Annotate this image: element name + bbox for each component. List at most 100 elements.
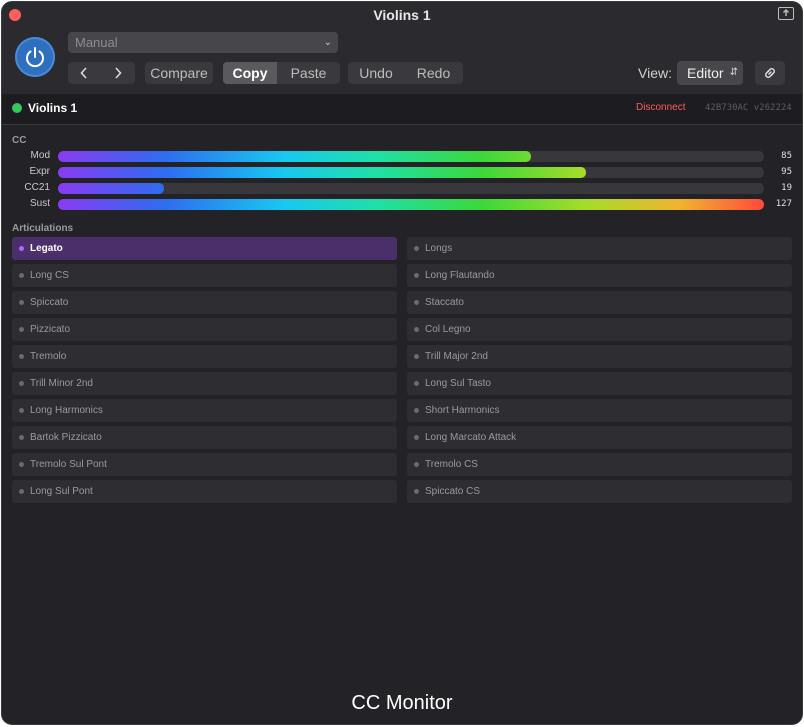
cc-meter-fill: [58, 167, 586, 178]
cc-meter-track: [58, 167, 764, 178]
articulation-label: Bartok Pizzicato: [30, 432, 102, 443]
articulation-legato[interactable]: Legato: [12, 237, 397, 260]
cc-meter-track: [58, 151, 764, 162]
cc-row-cc21: CC21 19: [2, 182, 802, 194]
connection-status-icon: [12, 103, 22, 113]
status-dot-icon: [414, 435, 419, 440]
status-dot-icon: [19, 462, 24, 467]
cc-meter-fill: [58, 183, 164, 194]
cc-value: 19: [781, 183, 792, 193]
articulation-label: Spiccato CS: [425, 486, 481, 497]
articulation-label: Long Sul Pont: [30, 486, 93, 497]
articulation-label: Col Legno: [425, 324, 471, 335]
articulation-label: Long Harmonics: [30, 405, 103, 416]
articulation-label: Tremolo: [30, 351, 67, 362]
disconnect-link[interactable]: Disconnect: [636, 102, 685, 113]
articulation-label: Staccato: [425, 297, 464, 308]
cc-meter-track: [58, 199, 764, 210]
articulation-long-harmonics[interactable]: Long Harmonics: [12, 399, 397, 422]
articulation-tremolo-cs[interactable]: Tremolo CS: [407, 453, 792, 476]
status-dot-icon: [414, 381, 419, 386]
articulation-label: Long Marcato Attack: [425, 432, 517, 443]
cc-section-label: CC: [12, 135, 27, 146]
cc-value: 127: [775, 199, 792, 209]
status-dot-icon: [414, 462, 419, 467]
power-icon: [26, 47, 44, 68]
articulations-section-label: Articulations: [12, 223, 74, 234]
articulation-staccato[interactable]: Staccato: [407, 291, 792, 314]
status-dot-icon: [414, 408, 419, 413]
status-dot-icon: [414, 273, 419, 278]
articulation-long-flautando[interactable]: Long Flautando: [407, 264, 792, 287]
cc-meter-fill: [58, 199, 764, 210]
articulation-tremolo[interactable]: Tremolo: [12, 345, 397, 368]
status-dot-icon: [19, 489, 24, 494]
cc-row-expr: Expr 95: [2, 166, 802, 178]
preset-nav: [68, 62, 135, 84]
articulation-long-marcato-attack[interactable]: Long Marcato Attack: [407, 426, 792, 449]
paste-button[interactable]: Paste: [277, 62, 340, 84]
articulation-spiccato-cs[interactable]: Spiccato CS: [407, 480, 792, 503]
status-dot-icon: [414, 300, 419, 305]
articulation-pizzicato[interactable]: Pizzicato: [12, 318, 397, 341]
articulation-long-cs[interactable]: Long CS: [12, 264, 397, 287]
articulation-long-sul-tasto[interactable]: Long Sul Tasto: [407, 372, 792, 395]
articulation-long-sul-pont[interactable]: Long Sul Pont: [12, 480, 397, 503]
cc-meter-fill: [58, 151, 531, 162]
cc-label: Sust: [29, 198, 50, 209]
status-dot-icon: [414, 246, 419, 251]
view-select[interactable]: Editor ⇵: [677, 61, 743, 85]
articulation-label: Short Harmonics: [425, 405, 500, 416]
articulation-trill-minor-2nd[interactable]: Trill Minor 2nd: [12, 372, 397, 395]
view-value: Editor: [687, 65, 724, 81]
articulation-label: Long Sul Tasto: [425, 378, 491, 389]
build-id: 42B730AC v262224: [705, 103, 792, 113]
articulation-label: Trill Minor 2nd: [30, 378, 93, 389]
cc-meter-track: [58, 183, 764, 194]
articulation-label: Long Flautando: [425, 270, 495, 281]
articulation-col-legno[interactable]: Col Legno: [407, 318, 792, 341]
cc-label: Mod: [30, 150, 50, 161]
chevron-down-icon: ⌄: [323, 37, 332, 48]
undo-button[interactable]: Undo: [348, 62, 404, 84]
preset-select[interactable]: Manual ⌄: [68, 32, 338, 53]
instrument-name: Violins 1: [28, 101, 78, 115]
chevron-left-icon: [80, 67, 87, 79]
articulation-label: Tremolo CS: [425, 459, 478, 470]
cc-label: Expr: [29, 166, 50, 177]
status-dot-icon: [19, 327, 24, 332]
articulation-short-harmonics[interactable]: Short Harmonics: [407, 399, 792, 422]
articulation-label: Pizzicato: [30, 324, 71, 335]
copy-button[interactable]: Copy: [223, 62, 277, 84]
articulation-spiccato[interactable]: Spiccato: [12, 291, 397, 314]
cc-row-sust: Sust 127: [2, 198, 802, 210]
compare-button[interactable]: Compare: [145, 62, 213, 84]
cc-value: 95: [781, 167, 792, 177]
status-bar: Violins 1 Disconnect 42B730AC v262224: [2, 94, 802, 125]
view-label: View:: [638, 65, 672, 81]
articulation-label: Legato: [30, 243, 63, 254]
previous-preset-button[interactable]: [68, 62, 101, 84]
status-dot-icon: [19, 408, 24, 413]
export-icon[interactable]: [778, 7, 794, 20]
title-bar: Violins 1 Manual ⌄ Compare Copy Paste Un…: [2, 2, 802, 94]
link-button[interactable]: [755, 61, 785, 85]
preset-value: Manual: [75, 35, 118, 50]
status-dot-icon: [414, 354, 419, 359]
redo-button[interactable]: Redo: [404, 62, 463, 84]
chevron-right-icon: [115, 67, 122, 79]
window-title: Violins 1: [373, 7, 431, 23]
status-dot-icon: [19, 300, 24, 305]
status-dot-icon: [19, 435, 24, 440]
next-preset-button[interactable]: [102, 62, 135, 84]
articulation-bartok-pizzicato[interactable]: Bartok Pizzicato: [12, 426, 397, 449]
footer-title: CC Monitor: [351, 692, 453, 714]
articulation-label: Spiccato: [30, 297, 69, 308]
status-dot-icon: [414, 489, 419, 494]
articulation-longs[interactable]: Longs: [407, 237, 792, 260]
articulation-tremolo-sul-pont[interactable]: Tremolo Sul Pont: [12, 453, 397, 476]
cc-label: CC21: [24, 182, 50, 193]
plugin-window: Violins 1 Manual ⌄ Compare Copy Paste Un…: [2, 2, 802, 724]
articulation-trill-major-2nd[interactable]: Trill Major 2nd: [407, 345, 792, 368]
power-button[interactable]: [15, 37, 55, 77]
